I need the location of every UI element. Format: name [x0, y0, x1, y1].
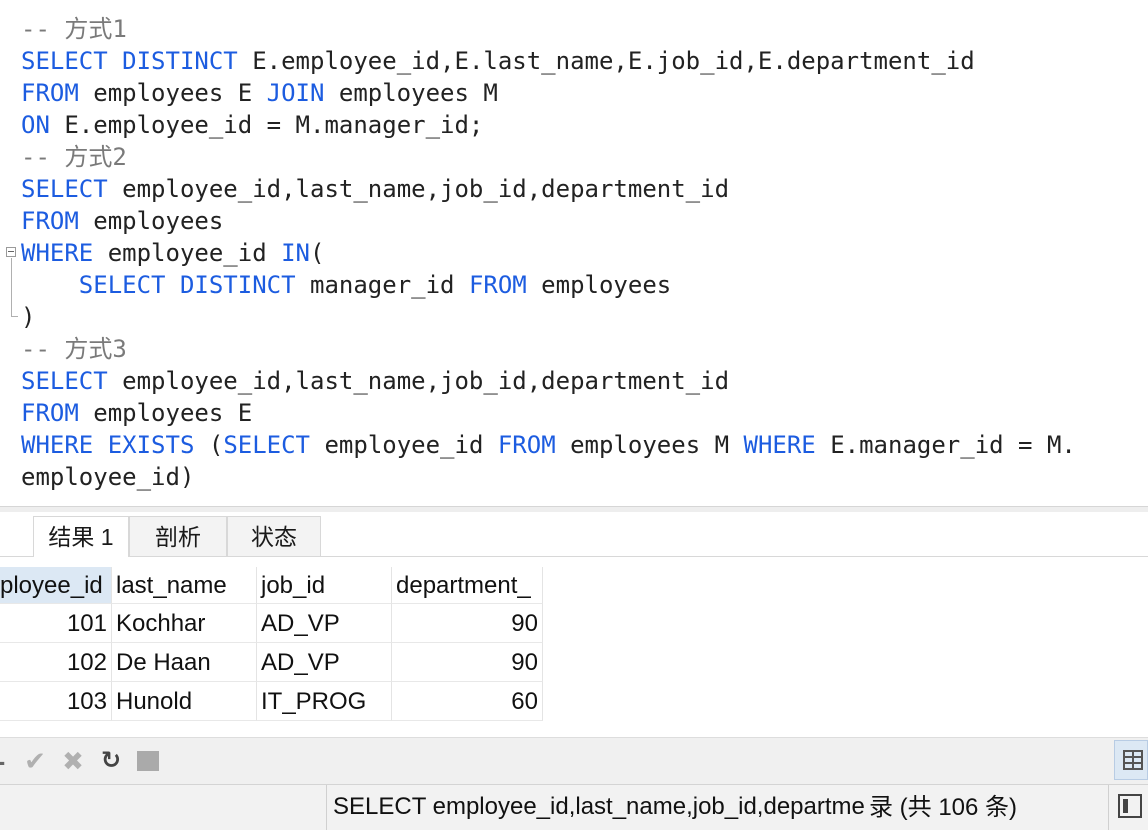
column-header-job-id[interactable]: job_id	[257, 567, 392, 604]
sql-text: employee_id,last_name,job_id,department_…	[107, 175, 730, 203]
code-line[interactable]: WHERE employee_id IN(	[21, 237, 324, 269]
tab-status[interactable]: 状态	[227, 516, 321, 556]
cell-department-id[interactable]: 90	[392, 643, 543, 682]
sql-text: employee_id,last_name,job_id,department_…	[107, 367, 730, 395]
grid-view-button[interactable]	[1114, 740, 1148, 780]
sql-text: employees	[526, 271, 672, 299]
sql-keyword: FROM	[21, 207, 79, 235]
sql-keyword: FROM	[497, 431, 556, 459]
sql-text: )	[21, 303, 36, 331]
minus-icon[interactable]: -	[0, 746, 8, 776]
code-line[interactable]: -- 方式2	[21, 141, 127, 173]
sql-text: employee_id	[310, 431, 498, 459]
sql-text: E.manager_id = M.	[815, 431, 1076, 459]
result-grid: ployee_id last_name job_id department_ 1…	[0, 557, 1148, 737]
sql-text: employees M	[324, 79, 498, 107]
sql-keyword: WHERE	[21, 431, 94, 459]
code-line[interactable]: SELECT employee_id,last_name,job_id,depa…	[21, 173, 729, 205]
column-header-employee-id[interactable]: ployee_id	[0, 567, 112, 604]
sql-keyword: FROM	[21, 399, 79, 427]
cell-department-id[interactable]: 90	[392, 604, 543, 643]
sql-keyword: EXISTS	[107, 431, 195, 459]
sql-keyword: SELECT	[21, 367, 108, 395]
sql-keyword: JOIN	[266, 79, 325, 107]
sql-text: E.employee_id,E.last_name,E.job_id,E.dep…	[237, 47, 975, 75]
result-tabbar: 结果 1 剖析 状态	[0, 512, 1148, 557]
sql-comment: -- 方式3	[21, 335, 127, 363]
sql-editor[interactable]: -- 方式1 SELECT DISTINCT E.employee_id,E.la…	[0, 0, 1148, 506]
sql-comment: -- 方式2	[21, 143, 127, 171]
fold-toggle-icon[interactable]	[6, 247, 16, 257]
grid-view-icon	[1123, 750, 1143, 770]
status-divider	[1108, 785, 1109, 830]
code-line[interactable]: -- 方式3	[21, 333, 127, 365]
column-header-last-name[interactable]: last_name	[112, 567, 257, 604]
discard-changes-icon[interactable]: ✖	[58, 746, 88, 776]
column-header-department-id[interactable]: department_	[392, 567, 543, 604]
cell-employee-id[interactable]: 102	[0, 643, 112, 682]
refresh-icon[interactable]: ↻	[96, 746, 126, 776]
sql-keyword: SELECT	[21, 47, 108, 75]
cell-employee-id[interactable]: 103	[0, 682, 112, 721]
status-query-text: SELECT employee_id,last_name,job_id,depa…	[333, 793, 865, 820]
code-line[interactable]: SELECT employee_id,last_name,job_id,depa…	[21, 365, 729, 397]
sql-text: (	[194, 431, 224, 459]
sql-text: manager_id	[295, 271, 469, 299]
sql-text: E.employee_id = M.manager_id;	[49, 111, 484, 139]
sql-text: employees M	[555, 431, 744, 459]
code-line[interactable]: FROM employees E JOIN employees M	[21, 77, 498, 109]
sql-text: employee_id)	[21, 463, 195, 491]
sql-keyword: WHERE	[743, 431, 816, 459]
sql-keyword: FROM	[21, 79, 79, 107]
sql-keyword: SELECT	[78, 271, 166, 299]
sql-keyword: IN	[281, 239, 310, 267]
cell-job-id[interactable]: IT_PROG	[257, 682, 392, 721]
sql-keyword: SELECT	[21, 175, 108, 203]
sql-keyword: DISTINCT	[179, 271, 296, 299]
cell-last-name[interactable]: Kochhar	[112, 604, 257, 643]
cell-department-id[interactable]: 60	[392, 682, 543, 721]
code-line[interactable]: FROM employees	[21, 205, 223, 237]
sql-keyword: DISTINCT	[122, 47, 238, 75]
apply-changes-icon[interactable]: ✔	[20, 746, 50, 776]
sql-keyword: FROM	[468, 271, 527, 299]
cell-job-id[interactable]: AD_VP	[257, 643, 392, 682]
code-line[interactable]: SELECT DISTINCT manager_id FROM employee…	[21, 269, 671, 301]
status-record-count: 录 (共 106 条)	[869, 794, 1018, 821]
sql-comment: -- 方式1	[21, 15, 127, 43]
side-panel-toggle-icon[interactable]	[1118, 794, 1142, 818]
cell-last-name[interactable]: De Haan	[112, 643, 257, 682]
code-line[interactable]: )	[21, 301, 35, 333]
status-divider	[326, 785, 327, 830]
code-line[interactable]: FROM employees E	[21, 397, 252, 429]
sql-text: employees E	[78, 399, 253, 427]
sql-text: employees	[78, 207, 224, 235]
status-bar: SELECT employee_id,last_name,job_id,depa…	[0, 784, 1148, 830]
stop-icon[interactable]	[137, 751, 159, 771]
grid-toolbar: - ✔ ✖ ↻	[0, 737, 1148, 784]
sql-keyword: ON	[21, 111, 50, 139]
cell-employee-id[interactable]: 101	[0, 604, 112, 643]
code-line[interactable]: ON E.employee_id = M.manager_id;	[21, 109, 483, 141]
cell-last-name[interactable]: Hunold	[112, 682, 257, 721]
fold-guide	[11, 258, 12, 316]
code-line[interactable]: SELECT DISTINCT E.employee_id,E.last_nam…	[21, 45, 975, 77]
sql-text: employee_id	[93, 239, 282, 267]
fold-guide-end	[11, 316, 18, 317]
sql-keyword: SELECT	[223, 431, 311, 459]
code-line[interactable]: -- 方式1	[21, 13, 127, 45]
code-line[interactable]: employee_id)	[21, 461, 194, 493]
sql-text: employees E	[78, 79, 267, 107]
cell-job-id[interactable]: AD_VP	[257, 604, 392, 643]
tab-result-1[interactable]: 结果 1	[33, 516, 129, 557]
code-line[interactable]: WHERE EXISTS (SELECT employee_id FROM em…	[21, 429, 1076, 461]
sql-keyword: WHERE	[21, 239, 94, 267]
sql-text: (	[310, 239, 325, 267]
tab-profile[interactable]: 剖析	[129, 516, 227, 556]
